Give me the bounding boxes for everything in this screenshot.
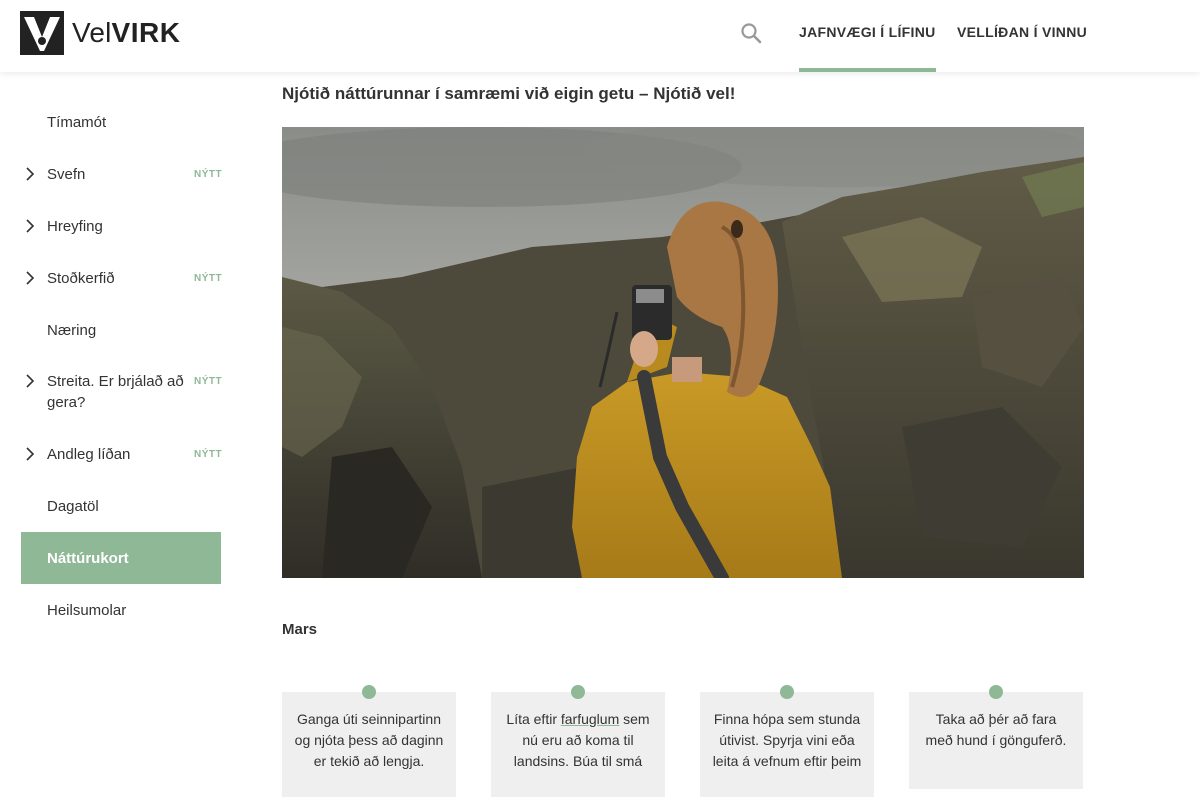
chevron-right-icon[interactable] [25,271,35,285]
tip-card-text: Líta eftir farfuglum sem nú eru að koma … [506,711,650,769]
sidebar-item-natturukort[interactable]: Náttúrukort [21,532,221,584]
chevron-right-icon[interactable] [25,447,35,461]
page-title: Njótið náttúrunnar í samræmi við eigin g… [282,84,736,103]
sidebar-item-label: Stoðkerfið [47,269,115,287]
hero-image [282,127,1084,578]
new-badge: NÝTT [194,168,223,180]
sidebar-item-label: Streita. Er brjálað að gera? [47,373,184,411]
new-badge: NÝTT [194,272,223,284]
sidebar-item-label: Heilsumolar [47,601,127,619]
nav-item-jafnvaegi[interactable]: JAFNVÆGI Í LÍFINU [799,24,936,72]
sidebar-item-timamot[interactable]: Tímamót [21,96,221,148]
timeline-dot-icon [362,685,376,699]
sidebar-item-label: Næring [47,321,97,339]
sidebar-item-dagatol[interactable]: Dagatöl [21,480,221,532]
tip-card-text: Finna hópa sem stunda útivist. Spyrja vi… [712,711,862,769]
sidebar-item-label: Svefn [47,165,86,183]
logo-mark-icon [20,11,64,55]
tip-card: Ganga úti seinnipartinn og njóta þess að… [282,685,456,797]
chevron-right-icon[interactable] [25,374,35,388]
sidebar-item-hreyfing[interactable]: Hreyfing [21,200,221,252]
sidebar-nav: Tímamót Svefn NÝTT Hreyfing Stoðkerfið N… [21,96,223,636]
new-badge: NÝTT [194,376,223,387]
tip-card-text: Ganga úti seinnipartinn og njóta þess að… [294,711,444,769]
site-header: VelVIRK JAFNVÆGI Í LÍFINU VELLÍÐAN Í VIN… [0,0,1200,72]
timeline-dot-icon [989,685,1003,699]
sidebar-item-naering[interactable]: Næring [21,304,221,356]
timeline-dot-icon [571,685,585,699]
chevron-right-icon[interactable] [25,219,35,233]
sidebar-item-andleg-lidan[interactable]: Andleg líðan NÝTT [21,428,223,480]
sidebar-item-label: Tímamót [47,113,107,131]
tip-card-text: Taka að þér að fara með hund í gönguferð… [925,711,1067,748]
sidebar-item-label: Dagatöl [47,497,99,515]
tip-card: Taka að þér að fara með hund í gönguferð… [909,685,1083,789]
farfuglar-link[interactable]: farfuglum [561,711,619,727]
sidebar-item-label: Hreyfing [47,217,103,235]
chevron-right-icon[interactable] [25,167,35,181]
sidebar-item-heilsumolar[interactable]: Heilsumolar [21,584,221,636]
sidebar-item-streita[interactable]: Streita. Er brjálað að gera? NÝTT [21,356,223,428]
new-badge: NÝTT [194,448,223,460]
tip-card: Finna hópa sem stunda útivist. Spyrja vi… [700,685,874,797]
search-icon[interactable] [740,22,762,44]
tip-card: Líta eftir farfuglum sem nú eru að koma … [491,685,665,797]
sidebar-item-label: Andleg líðan [47,445,131,463]
timeline-dot-icon [780,685,794,699]
nav-item-vellidan[interactable]: VELLÍÐAN Í VINNU [957,24,1087,40]
logo-text: VelVIRK [72,17,181,48]
section-title-month: Mars [282,621,318,638]
sidebar-item-stodkerfid[interactable]: Stoðkerfið NÝTT [21,252,223,304]
sidebar-item-label: Náttúrukort [47,549,129,567]
logo[interactable]: VelVIRK [20,11,180,55]
hero-photo [282,127,1084,578]
sidebar-item-svefn[interactable]: Svefn NÝTT [21,148,223,200]
